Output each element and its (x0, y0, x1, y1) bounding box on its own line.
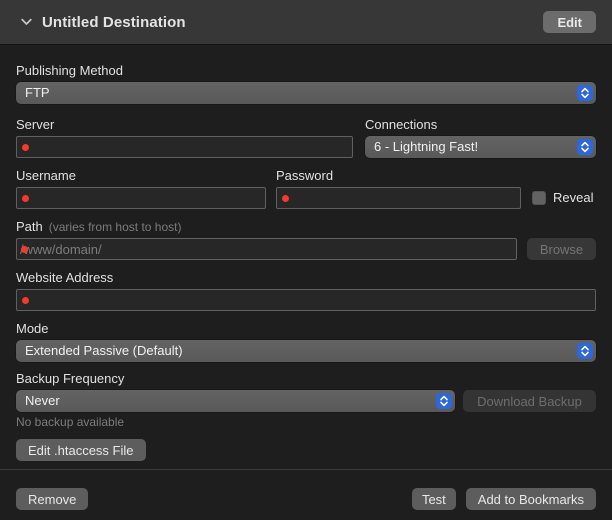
username-input[interactable] (16, 187, 266, 209)
download-backup-button[interactable]: Download Backup (463, 390, 596, 412)
website-address-input[interactable] (16, 289, 596, 311)
backup-status-text: No backup available (16, 416, 596, 429)
website-address-label: Website Address (16, 271, 113, 285)
test-button[interactable]: Test (412, 488, 456, 510)
path-label: Path (16, 220, 43, 234)
add-to-bookmarks-button[interactable]: Add to Bookmarks (466, 488, 596, 510)
mode-value: Extended Passive (Default) (25, 343, 183, 358)
edit-htaccess-button[interactable]: Edit .htaccess File (16, 439, 146, 461)
chevron-down-icon[interactable] (18, 14, 34, 30)
mode-label: Mode (16, 322, 49, 336)
backup-frequency-select[interactable]: Never (16, 390, 455, 412)
footer-right-group: Test Add to Bookmarks (412, 488, 596, 510)
destination-header: Untitled Destination Edit (0, 0, 612, 45)
website-address-field-wrap (16, 289, 596, 311)
connections-select[interactable]: 6 - Lightning Fast! (365, 136, 596, 158)
up-down-chevrons-icon (436, 393, 452, 409)
reveal-label: Reveal (553, 190, 593, 205)
connections-label: Connections (365, 118, 437, 132)
username-field-wrap (16, 187, 266, 209)
password-field-wrap (276, 187, 521, 209)
publishing-method-label: Publishing Method (16, 64, 123, 78)
password-input[interactable] (276, 187, 521, 209)
server-input[interactable] (16, 136, 353, 158)
server-field-wrap (16, 136, 353, 158)
username-label: Username (16, 169, 76, 183)
connections-value: 6 - Lightning Fast! (374, 139, 478, 154)
browse-button[interactable]: Browse (527, 238, 596, 260)
path-field-wrap (16, 238, 517, 260)
backup-frequency-label: Backup Frequency (16, 372, 124, 386)
backup-frequency-value: Never (25, 393, 60, 408)
path-input[interactable] (16, 238, 517, 260)
remove-button[interactable]: Remove (16, 488, 88, 510)
publishing-method-select[interactable]: FTP (16, 82, 596, 104)
server-label: Server (16, 118, 54, 132)
destination-title: Untitled Destination (42, 14, 186, 31)
reveal-checkbox[interactable] (532, 191, 546, 205)
edit-button[interactable]: Edit (543, 11, 596, 33)
up-down-chevrons-icon (577, 139, 593, 155)
publishing-method-value: FTP (25, 85, 50, 100)
path-hint: (varies from host to host) (49, 220, 182, 234)
up-down-chevrons-icon (577, 343, 593, 359)
password-label: Password (276, 169, 333, 183)
up-down-chevrons-icon (577, 85, 593, 101)
mode-select[interactable]: Extended Passive (Default) (16, 340, 596, 362)
